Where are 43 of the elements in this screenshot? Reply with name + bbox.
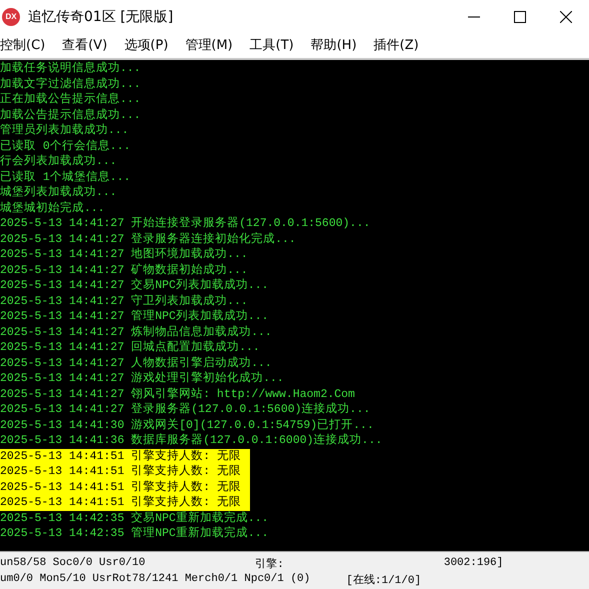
- menu-item[interactable]: 选项(P): [124, 36, 176, 54]
- maximize-icon: [514, 10, 526, 22]
- menu-item[interactable]: 插件(Z): [374, 36, 426, 54]
- status-text: 引擎:: [255, 557, 284, 570]
- log-line: 2025-5-13 14:41:27 翎风引擎网站: http://www.Haom2.Com: [0, 386, 356, 402]
- log-line: 2025-5-13 14:41:27 矿物数据初始成功...: [0, 262, 249, 278]
- log-line: 2025-5-13 14:41:27 开始连接登录服务器(127.0.0.1:5600)...: [0, 216, 372, 232]
- log-line: 2025-5-13 14:41:27 管理NPC列表加载成功...: [0, 309, 270, 324]
- log-line: 2025-5-13 14:41:36 数据库服务器(127.0.0.1:6000)连接成功...: [0, 433, 384, 448]
- log-line: 2025-5-13 14:41:27 登录服务器(127.0.0.1:5600)连接成功...: [0, 402, 372, 418]
- log-line: 2025-5-13 14:41:27 地图环境加载成功...: [0, 247, 249, 262]
- menu-item[interactable]: 帮助(H): [310, 36, 364, 54]
- log-line: 2025-5-13 14:41:27 炼制物品信息加载成功...: [0, 324, 273, 340]
- log-line: 2025-5-13 14:41:27 游戏处理引擎初始化成功...: [0, 371, 285, 386]
- status-text: um0/0 Mon5/10 UsrRot78/1241 Merch0/1 Npc0/1 (0): [0, 573, 310, 585]
- log-line: 2025-5-13 14:41:27 交易NPC列表加载成功...: [0, 278, 270, 294]
- window-title: 追忆传奇01区 [无限版]: [28, 8, 174, 26]
- log-line: 2025-5-13 14:42:35 管理NPC重新加载完成...: [0, 526, 270, 542]
- menu-item[interactable]: 控制(C): [0, 36, 52, 54]
- close-icon: [560, 10, 572, 22]
- log-line: 2025-5-13 14:41:27 登录服务器连接初始化完成...: [0, 232, 297, 247]
- app-icon: DX: [2, 8, 20, 26]
- log-line: 已读取 1个城堡信息...: [0, 170, 132, 185]
- menu-item[interactable]: 工具(T): [250, 36, 301, 54]
- log-line: 2025-5-13 14:41:27 回城点配置加载成功...: [0, 340, 261, 356]
- log-line: 管理员列表加载成功...: [0, 123, 130, 138]
- log-line: 加载公告提示信息成功...: [0, 108, 142, 123]
- menu-item[interactable]: 管理(M): [185, 36, 240, 54]
- log-line: 行会列表加载成功...: [0, 154, 118, 170]
- status-text: 3002:196]: [444, 557, 504, 569]
- log-line: 2025-5-13 14:41:30 游戏网关[0](127.0.0.1:54759)已打开...: [0, 418, 375, 433]
- log-line: 城堡列表加载成功...: [0, 185, 118, 200]
- log-line: 加载任务说明信息成功...: [0, 61, 142, 76]
- log-line: 加载文字过滤信息成功...: [0, 76, 142, 92]
- log-line: 2025-5-13 14:41:27 守卫列表加载成功...: [0, 294, 249, 309]
- log-line: 城堡城初始完成...: [0, 200, 106, 216]
- menu-item[interactable]: 查看(V): [62, 36, 114, 54]
- log-line: 2025-5-13 14:41:27 人物数据引擎启动成功...: [0, 356, 273, 371]
- log-line: 正在加载公告提示信息...: [0, 92, 142, 108]
- status-text: [在线:1/1/0]: [346, 573, 422, 586]
- status-text: un58/58 Soc0/0 Usr0/10: [0, 557, 146, 569]
- log-line: 已读取 0个行会信息...: [0, 138, 132, 154]
- log-line: 2025-5-13 14:42:35 交易NPC重新加载完成...: [0, 510, 270, 526]
